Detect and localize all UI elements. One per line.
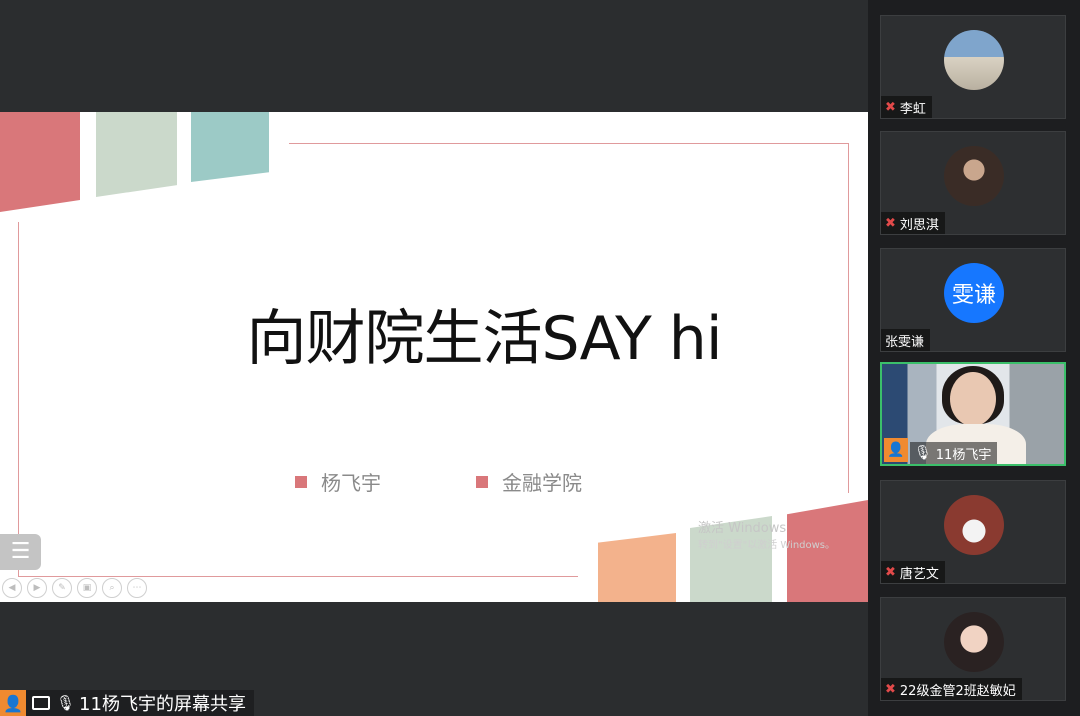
participant-name-bar: ✖ 唐艺文: [881, 561, 945, 583]
microphone-muted-icon: ✖: [885, 215, 896, 231]
microphone-muted-icon: ✖: [885, 564, 896, 580]
slide-school: 金融学院: [476, 467, 582, 496]
avatar-text: 雯谦: [951, 283, 996, 308]
share-label-text: 11杨飞宇的屏幕共享: [79, 694, 246, 715]
avatar: [944, 30, 1004, 90]
video-face: [950, 372, 996, 426]
author-name-text: 杨飞宇: [321, 471, 381, 495]
participant-tile[interactable]: ✖ 李虹: [880, 15, 1066, 119]
participant-name: 11杨飞宇: [935, 447, 992, 463]
microphone-icon: 🎙: [56, 694, 76, 712]
participant-name-bar: ✖ 刘思淇: [881, 212, 945, 234]
decor-orange-block: [598, 533, 676, 602]
slide-toolbar: ◀ ▶ ✎ ▣ ⌕ ⋯: [2, 578, 147, 598]
participant-name-bar: ✖ 李虹: [881, 96, 932, 118]
participant-tile[interactable]: ✖ 唐艺文: [880, 480, 1066, 584]
screen-share-icon: [32, 696, 50, 710]
slide-author: 杨飞宇: [295, 467, 381, 496]
participant-name-bar: 🎙 11杨飞宇: [910, 442, 998, 464]
participant-panel: ✖ 李虹 ✖ 刘思淇 雯谦 张雯谦 👤 🎙 11杨飞宇 ✖ 唐艺文 ✖ 22级金…: [868, 0, 1080, 716]
slides-icon[interactable]: ▣: [77, 578, 97, 598]
school-name-text: 金融学院: [502, 471, 582, 495]
menu-list-icon: ☰: [10, 539, 31, 564]
participant-name: 唐艺文: [899, 566, 939, 582]
more-icon[interactable]: ⋯: [127, 578, 147, 598]
microphone-muted-icon: ✖: [885, 99, 896, 115]
participant-name: 李虹: [899, 101, 926, 117]
bullet-square-icon: [476, 475, 488, 488]
participant-tile[interactable]: 雯谦 张雯谦: [880, 248, 1066, 352]
bullet-square-icon: [295, 475, 307, 488]
microphone-icon: 🎙: [914, 445, 932, 461]
avatar: [944, 495, 1004, 555]
decor-teal-block: [191, 112, 269, 182]
avatar: [944, 146, 1004, 206]
participant-name-bar: ✖ 22级金管2班赵敏妃: [881, 678, 1022, 700]
participant-tile[interactable]: ✖ 刘思淇: [880, 131, 1066, 235]
participant-tile-active-speaker[interactable]: 👤 🎙 11杨飞宇: [880, 362, 1066, 466]
watermark-line: 转到"设置"以激活 Windows。: [698, 540, 836, 551]
screen-share-label: 👤 🎙 11杨飞宇的屏幕共享: [0, 690, 254, 716]
participant-name: 刘思淇: [899, 217, 939, 233]
menu-list-button[interactable]: ☰: [0, 534, 41, 570]
pen-icon[interactable]: ✎: [52, 578, 72, 598]
next-slide-icon[interactable]: ▶: [27, 578, 47, 598]
decor-line: [18, 222, 19, 577]
participant-tile[interactable]: ✖ 22级金管2班赵敏妃: [880, 597, 1066, 701]
prev-slide-icon[interactable]: ◀: [2, 578, 22, 598]
avatar: [944, 612, 1004, 672]
microphone-muted-icon: ✖: [885, 681, 896, 697]
watermark-line: 激活 Windows: [698, 521, 787, 536]
participant-name: 22级金管2班赵敏妃: [899, 683, 1016, 699]
presentation-slide: 向财院生活SAY hi 杨飞宇 金融学院 激活 Windows 转到"设置"以激…: [0, 112, 868, 602]
avatar: 雯谦: [944, 263, 1004, 323]
person-icon: 👤: [0, 690, 26, 716]
screen-share-area: 向财院生活SAY hi 杨飞宇 金融学院 激活 Windows 转到"设置"以激…: [0, 0, 868, 716]
decor-line: [289, 143, 849, 144]
slide-title: 向财院生活SAY hi: [246, 304, 722, 374]
decor-red-block: [0, 112, 80, 212]
participant-name-bar: 张雯谦: [881, 329, 931, 351]
decor-line: [18, 576, 578, 577]
windows-activation-watermark: 激活 Windows 转到"设置"以激活 Windows。: [698, 520, 835, 554]
participant-name: 张雯谦: [885, 334, 925, 350]
zoom-icon[interactable]: ⌕: [102, 578, 122, 598]
decor-mint-block: [96, 112, 177, 197]
person-icon: 👤: [884, 438, 908, 462]
